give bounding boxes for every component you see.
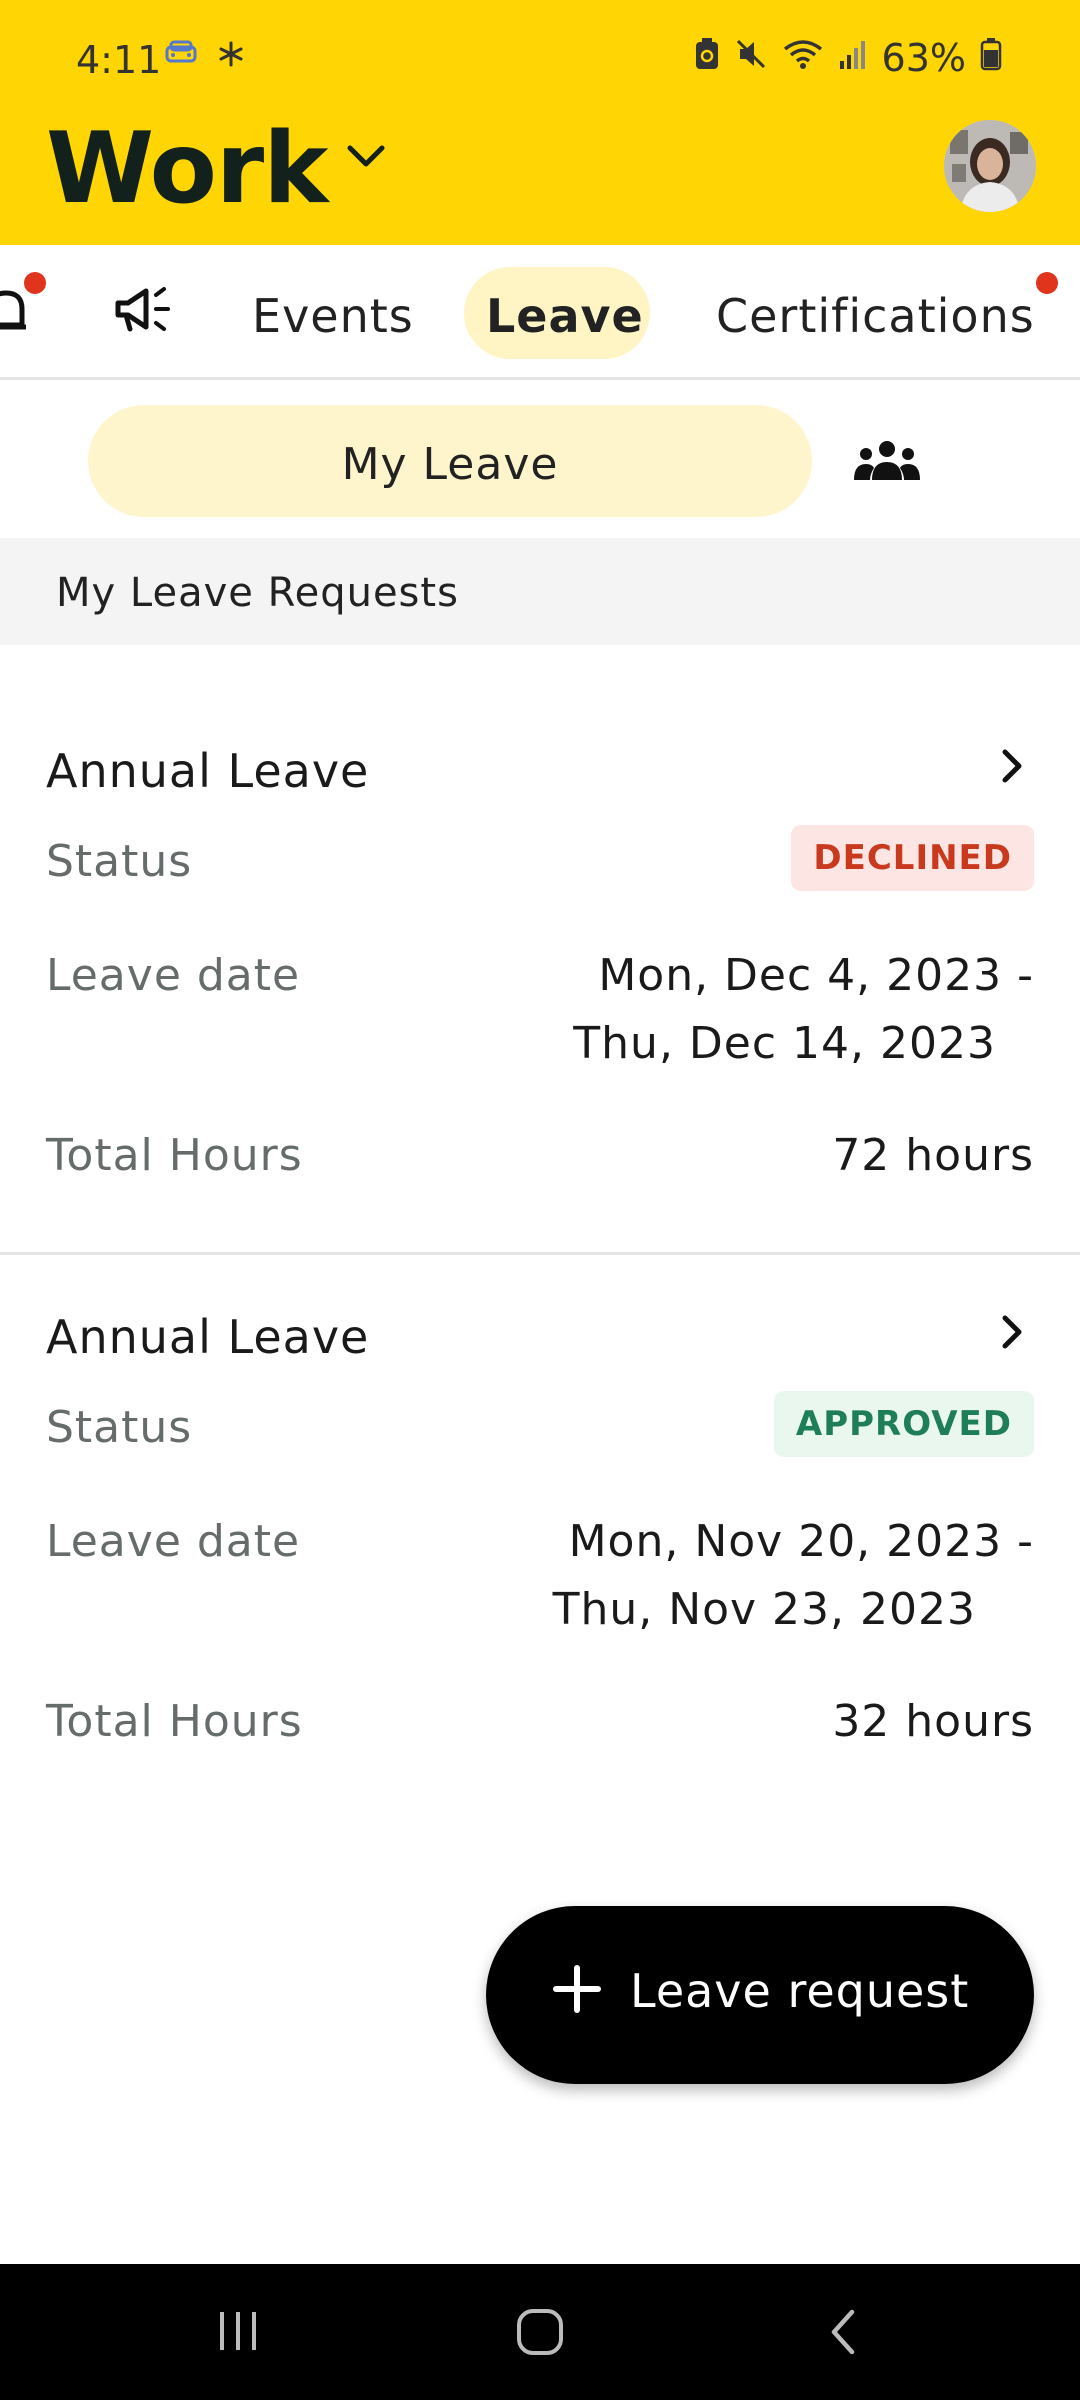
recent-apps-icon[interactable] [214,2308,262,2358]
segment-my-leave-label: My Leave [341,439,559,490]
total-hours-value: 32 hours [832,1696,1034,1747]
leave-date-end: Thu, Dec 14, 2023 [573,1018,996,1069]
total-hours-label: Total Hours [46,1696,303,1747]
status-time: 4:11 [76,38,162,82]
asterisk-icon [218,40,244,72]
leave-date-end: Thu, Nov 23, 2023 [552,1584,976,1635]
tab-certifications[interactable]: Certifications [716,289,1035,343]
battery-icon [980,36,1002,80]
back-icon[interactable] [826,2308,860,2360]
app-title: Work [46,112,328,226]
tab-events[interactable]: Events [252,289,414,343]
signal-icon [838,36,868,80]
leave-date-label: Leave date [46,950,301,1001]
megaphone-icon[interactable] [114,285,174,339]
system-nav-bar [0,2264,1080,2400]
segment-my-leave[interactable]: My Leave [88,405,812,517]
status-label: Status [46,1402,193,1453]
total-hours-value: 72 hours [832,1130,1034,1181]
tab-bar: Events Leave Certifications [0,245,1080,380]
bell-icon[interactable] [0,285,26,345]
leave-request-card[interactable]: Annual Leave Status APPROVED Leave date … [0,1266,1080,1806]
team-icon[interactable] [852,438,922,486]
leave-type: Annual Leave [46,1310,370,1364]
battery-saver-icon [694,36,720,80]
chevron-right-icon[interactable] [1000,1314,1024,1354]
total-hours-label: Total Hours [46,1130,303,1181]
home-icon[interactable] [516,2308,564,2360]
notification-dot [24,272,46,294]
app-header: 4:11 63% Work [0,0,1080,245]
leave-request-button[interactable]: Leave request [486,1906,1034,2084]
avatar[interactable] [944,120,1036,212]
leave-request-card[interactable]: Annual Leave Status DECLINED Leave date … [0,700,1080,1250]
page: 4:11 63% Work Events Leave Certification… [0,0,1080,2400]
tab-leave[interactable]: Leave [464,267,650,359]
divider [0,1252,1080,1255]
status-left-icons [164,40,244,72]
leave-date-start: Mon, Nov 20, 2023 - [568,1516,1034,1567]
status-label: Status [46,836,193,887]
wifi-icon [782,36,824,80]
chevron-right-icon[interactable] [1000,748,1024,788]
tab-leave-label: Leave [486,289,644,343]
status-badge: APPROVED [773,1391,1034,1457]
plus-icon [552,1964,602,2018]
chevron-down-icon[interactable] [344,142,388,176]
mute-icon [734,36,768,80]
leave-date-start: Mon, Dec 4, 2023 - [598,950,1034,1001]
car-icon [164,40,198,72]
status-badge: DECLINED [791,825,1034,891]
status-right: 63% [694,36,1002,80]
notification-dot [1036,272,1058,294]
leave-request-label: Leave request [630,1964,970,2018]
leave-type: Annual Leave [46,744,370,798]
section-header: My Leave Requests [0,538,1080,645]
section-title: My Leave Requests [56,570,459,616]
battery-text: 63% [881,36,966,80]
leave-date-label: Leave date [46,1516,301,1567]
